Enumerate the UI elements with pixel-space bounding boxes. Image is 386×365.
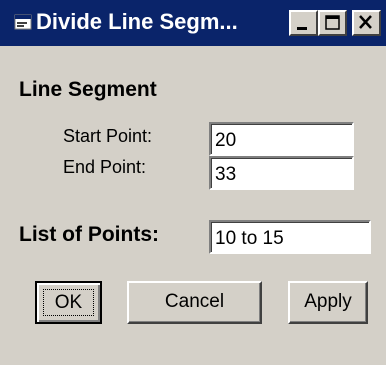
app-icon: [14, 14, 32, 30]
section-heading: Line Segment: [19, 78, 157, 101]
start-point-label: Start Point:: [63, 126, 153, 146]
minimize-icon: [297, 27, 307, 30]
window-title: Divide Line Segm...: [36, 9, 238, 34]
maximize-icon: [325, 15, 340, 30]
title-bar[interactable]: Divide Line Segm...: [0, 0, 386, 46]
close-button[interactable]: [352, 10, 381, 36]
list-of-points-field[interactable]: 10 to 15: [209, 220, 371, 254]
end-point-field[interactable]: 33: [209, 156, 354, 190]
start-point-field[interactable]: 20: [209, 122, 354, 156]
apply-button[interactable]: Apply: [288, 281, 368, 324]
minimize-button[interactable]: [289, 10, 318, 36]
list-of-points-label: List of Points:: [19, 223, 159, 246]
close-icon: [359, 15, 372, 29]
end-point-label: End Point:: [63, 157, 147, 177]
maximize-button[interactable]: [318, 10, 347, 36]
cancel-button[interactable]: Cancel: [127, 281, 262, 324]
ok-button[interactable]: OK: [35, 281, 102, 324]
ok-button-label: OK: [43, 289, 94, 316]
